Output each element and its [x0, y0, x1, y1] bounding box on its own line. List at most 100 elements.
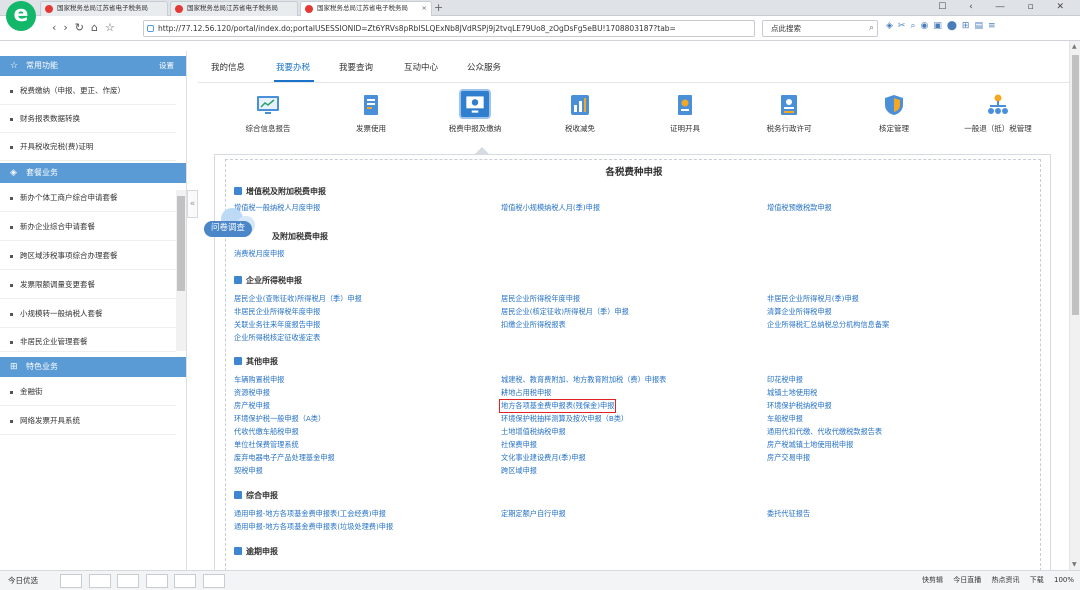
browser-tab[interactable]: 国家税务总局江苏省电子税务局 [170, 1, 298, 16]
link-other[interactable]: 土地增值税纳税申报 [501, 427, 566, 437]
tab-my-info[interactable]: 我的信息 [211, 61, 245, 73]
settings-link[interactable]: 设置 [159, 56, 174, 76]
scroll-up-icon[interactable]: ▲ [1072, 43, 1077, 50]
category-admin-license[interactable]: 税务行政许可 [744, 93, 834, 143]
quick-edit-link[interactable]: 快剪辑 [922, 576, 943, 584]
new-tab-icon[interactable]: + [434, 0, 443, 15]
daily-picks-link[interactable]: 今日优选 [8, 575, 38, 586]
link-other[interactable]: 城建税、教育费附加、地方教育附加税（费）申报表 [501, 375, 666, 385]
sidebar-item[interactable]: 税费缴纳（申报、更正、作废） [0, 77, 176, 105]
link-other[interactable]: 单位社保费管理系统 [234, 440, 299, 450]
sidebar-item[interactable]: 开具税收完税(费)证明 [0, 133, 176, 161]
category-tax-filing[interactable]: 税费申报及缴纳 [430, 89, 520, 143]
link-cit[interactable]: 非居民企业所得税月(季)申报 [767, 294, 859, 304]
link-vat-prepay[interactable]: 增值税预缴税款申报 [767, 203, 832, 213]
link-other[interactable]: 环境保护税一般申报（A类） [234, 414, 325, 424]
link-comprehensive[interactable]: 通用申报-地方各项基金费申报表(工会经费)申报 [234, 509, 386, 519]
link-vat-small[interactable]: 增值税小规模纳税人月(季)申报 [501, 203, 600, 213]
link-cit[interactable]: 居民企业(核定征收)所得税月（季）申报 [501, 307, 629, 317]
category-assessment[interactable]: 核定管理 [849, 93, 939, 143]
sidebar-item[interactable]: 新办企业综合申请套餐 [0, 213, 176, 241]
link-other[interactable]: 社保费申报 [501, 440, 537, 450]
status-tab-button[interactable] [202, 574, 225, 588]
sidebar-item[interactable]: 小规模转一般纳税人套餐 [0, 300, 176, 328]
sidebar-item[interactable]: 财务报表数据转换 [0, 105, 176, 133]
tab-tax-handling[interactable]: 我要办税 [276, 61, 310, 73]
close-tab-icon[interactable]: × [422, 2, 427, 15]
link-other[interactable]: 印花税申报 [767, 375, 803, 385]
sidebar-item[interactable]: 金融街 [0, 378, 176, 406]
browser-logo-icon[interactable]: e [6, 1, 36, 31]
link-cit[interactable]: 非居民企业所得税年度申报 [234, 307, 320, 317]
browser-tab[interactable]: 国家税务总局江苏省电子税务局 [40, 1, 168, 16]
tab-query[interactable]: 我要查询 [339, 61, 373, 73]
link-other[interactable]: 资源税申报 [234, 388, 270, 398]
sidebar-item[interactable]: 跨区域涉税事项综合办理套餐 [0, 242, 176, 270]
link-cit[interactable]: 清算企业所得税申报 [767, 307, 832, 317]
zoom-level[interactable]: 100% [1054, 576, 1074, 584]
hot-news-link[interactable]: 热点资讯 [992, 576, 1020, 584]
download-link[interactable]: 下载 [1030, 576, 1044, 584]
page-scrollbar[interactable]: ▲ ▼ [1069, 41, 1080, 570]
status-tab-button[interactable] [117, 574, 140, 588]
sidebar-scrollbar[interactable] [176, 190, 186, 351]
link-other[interactable]: 环境保护税抽样测算及按次申报（B类） [501, 414, 628, 424]
live-link[interactable]: 今日直播 [953, 576, 981, 584]
link-local-fund-disability[interactable]: 地方各项基金费申报表(残保金)申报 [498, 399, 617, 413]
address-bar[interactable]: http://77.12.56.120/portal/index.do;port… [143, 20, 755, 37]
link-other[interactable]: 房产交易申报 [767, 453, 810, 463]
link-comprehensive[interactable]: 定期定额户自行申报 [501, 509, 566, 519]
browser-toolbar-icons[interactable]: ◈✂⌕◉▣⬤⊞▤≡ [886, 21, 1001, 31]
scrollbar-thumb[interactable] [1072, 55, 1079, 315]
scrollbar-thumb[interactable] [177, 196, 185, 291]
survey-float-button[interactable]: 问卷调查 [204, 207, 262, 243]
link-cit[interactable]: 居民企业所得税年度申报 [501, 294, 580, 304]
category-info-report[interactable]: 综合信息报告 [223, 93, 313, 143]
sidebar-item[interactable]: 发票限额调量变更套餐 [0, 271, 176, 299]
link-other[interactable]: 车辆购置税申报 [234, 375, 284, 385]
link-other[interactable]: 房产税申报 [234, 401, 270, 411]
status-tab-button[interactable] [145, 574, 168, 588]
status-tab-button[interactable] [174, 574, 197, 588]
link-other[interactable]: 耕地占用税申报 [501, 388, 551, 398]
category-invoice[interactable]: 发票使用 [326, 93, 416, 143]
status-tab-button[interactable] [88, 574, 111, 588]
nav-buttons[interactable]: ‹›↻⌂☆ [52, 21, 122, 34]
link-cit[interactable]: 关联业务往来年度报告申报 [234, 320, 320, 330]
sidebar-item[interactable]: 非居民企业管理套餐 [0, 328, 176, 352]
link-other[interactable]: 通用代扣代缴、代收代缴税款报告表 [767, 427, 882, 437]
link-other[interactable]: 跨区域申报 [501, 466, 537, 476]
favicon-icon [305, 5, 313, 13]
link-other[interactable]: 环境保护税纳税申报 [767, 401, 832, 411]
tab-interaction[interactable]: 互动中心 [404, 61, 438, 73]
browser-search-input[interactable]: 点此搜索 ⌕ [762, 20, 878, 37]
collapse-sidebar-icon[interactable]: « [187, 190, 198, 218]
sidebar-group-title: 特色业务 [26, 362, 58, 371]
link-cit[interactable]: 居民企业(查账征收)所得税月（季）申报 [234, 294, 362, 304]
window-controls[interactable]: ☐ ‹ ― ▫ ✕ [938, 0, 1074, 15]
link-other[interactable]: 房产税城镇土地使用税申报 [767, 440, 853, 450]
link-cit[interactable]: 企业所得税汇总纳税总分机构信息备案 [767, 320, 889, 330]
link-other[interactable]: 代收代缴车船税申报 [234, 427, 299, 437]
link-cit[interactable]: 扣缴企业所得税报表 [501, 320, 566, 330]
link-consumption-monthly[interactable]: 消费税月度申报 [234, 249, 284, 259]
link-comprehensive[interactable]: 通用申报-地方各项基金费申报表(垃圾处理费)申报 [234, 522, 393, 532]
sidebar-item[interactable]: 新办个体工商户综合申请套餐 [0, 184, 176, 212]
star-icon: ☆ [10, 61, 19, 71]
category-tax-relief[interactable]: 税收减免 [535, 93, 625, 143]
search-icon[interactable]: ⌕ [869, 21, 874, 36]
category-certificate[interactable]: 证明开具 [640, 93, 730, 143]
scroll-down-icon[interactable]: ▼ [1072, 561, 1077, 568]
browser-tab-active[interactable]: 国家税务总局江苏省电子税务局 × [300, 1, 432, 16]
link-other[interactable]: 废弃电器电子产品处理基金申报 [234, 453, 335, 463]
link-comprehensive[interactable]: 委托代征报告 [767, 509, 810, 519]
status-tab-button[interactable] [60, 574, 82, 588]
link-other[interactable]: 契税申报 [234, 466, 263, 476]
tab-public-service[interactable]: 公众服务 [467, 61, 501, 73]
category-tax-refund[interactable]: 一般退（抵）税管理 [953, 93, 1043, 143]
link-other[interactable]: 车船税申报 [767, 414, 803, 424]
link-other[interactable]: 城镇土地使用税 [767, 388, 817, 398]
link-other[interactable]: 文化事业建设费月(季)申报 [501, 453, 586, 463]
sidebar-item[interactable]: 网络发票开具系统 [0, 407, 176, 435]
link-cit[interactable]: 企业所得税核定征收鉴定表 [234, 333, 320, 343]
